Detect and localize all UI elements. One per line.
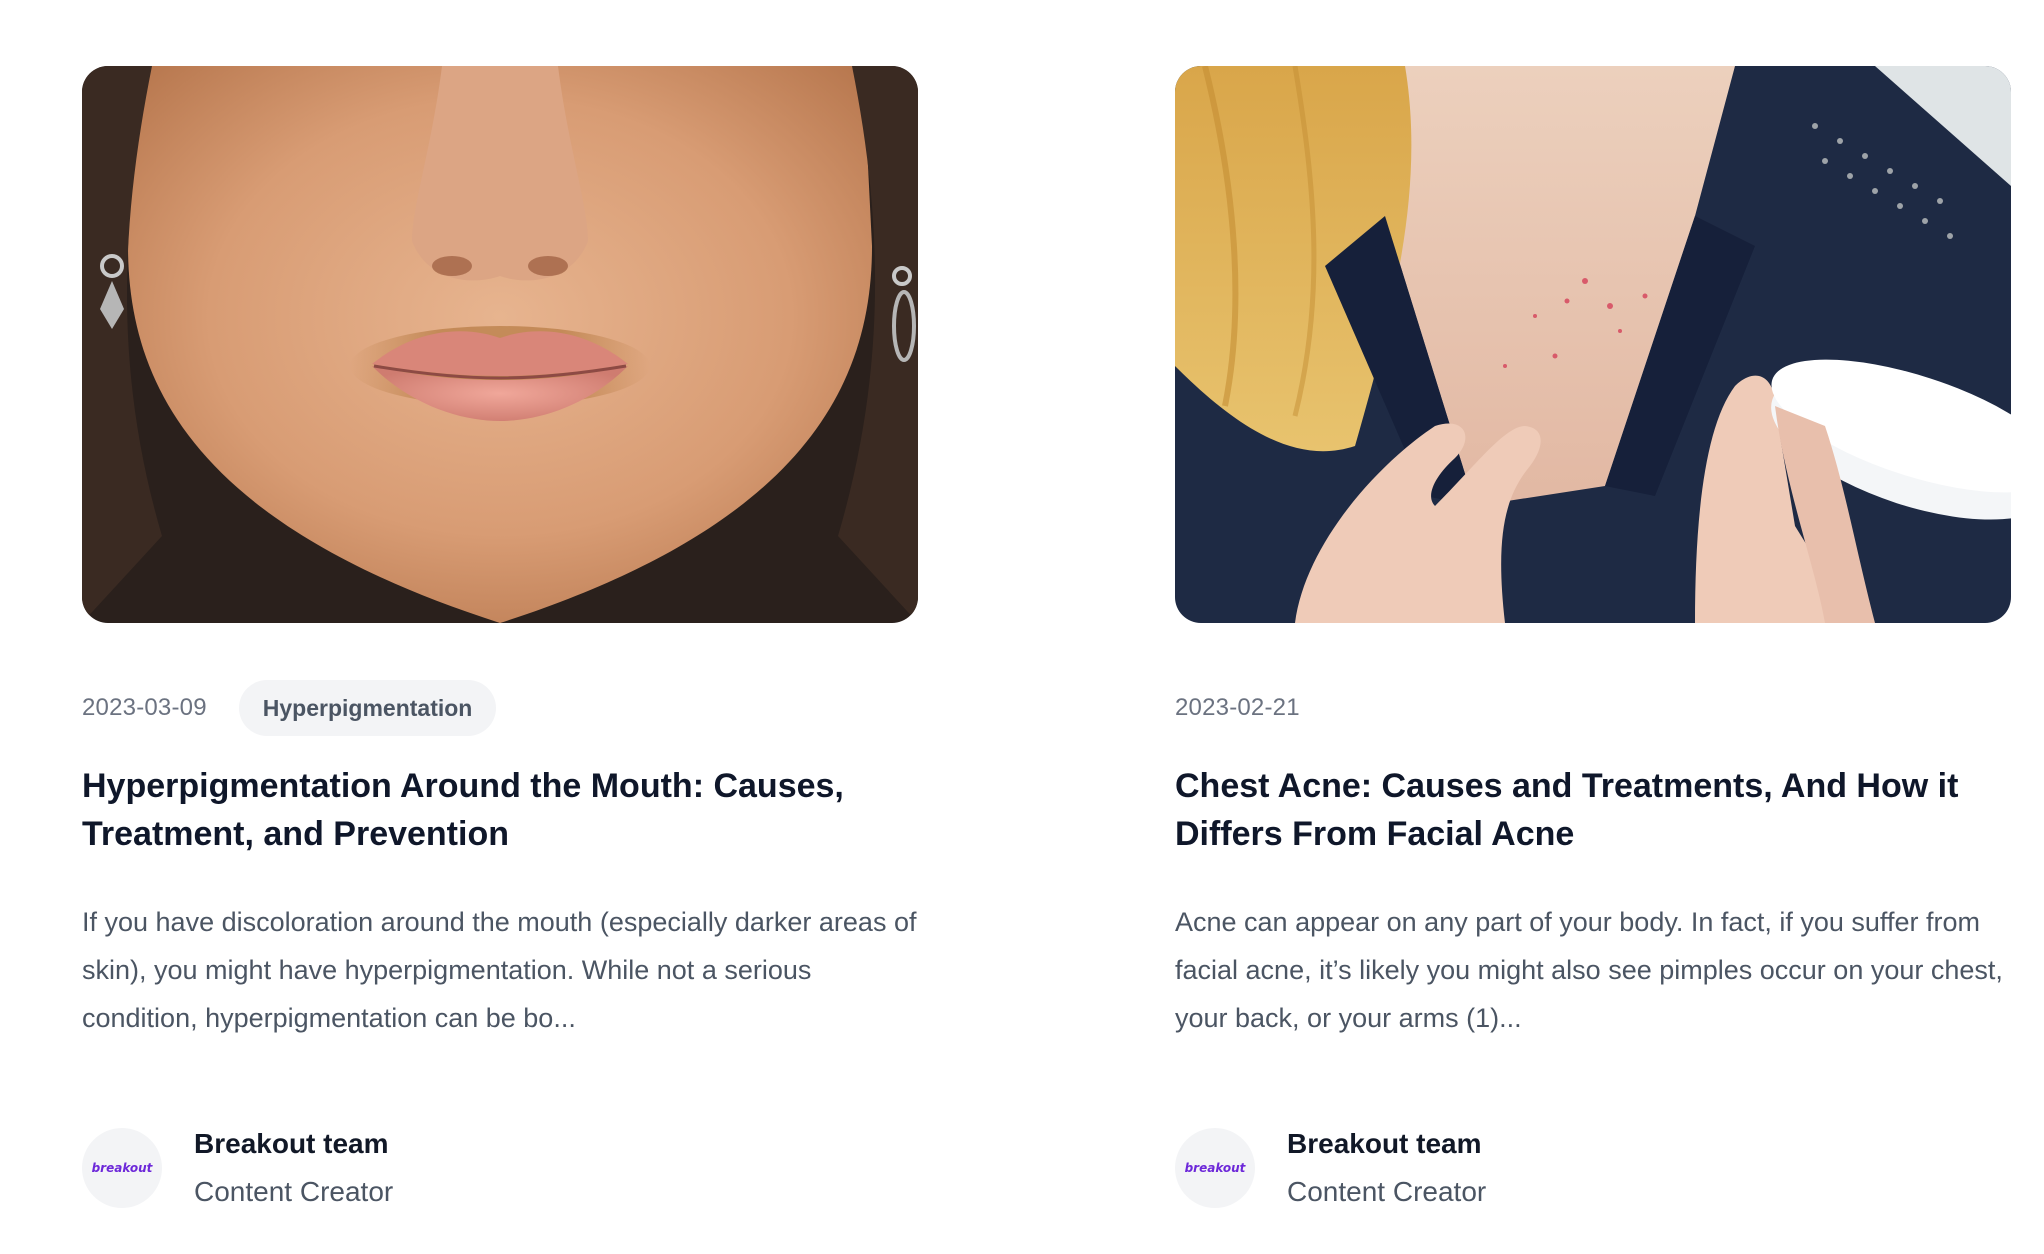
- post-image[interactable]: [1175, 66, 2011, 623]
- author-role: Content Creator: [1287, 1176, 1487, 1207]
- blog-card-hyperpigmentation: 2023-03-09 Hyperpigmentation Hyperpigmen…: [82, 66, 918, 1216]
- author-block: breakout Breakout team Content Creator: [1175, 1120, 2011, 1216]
- post-date: 2023-02-21: [1175, 694, 1300, 721]
- post-excerpt: If you have discoloration around the mou…: [82, 907, 917, 1033]
- category-tag[interactable]: Hyperpigmentation: [238, 680, 497, 736]
- blog-card-chest-acne: 2023-02-21 Chest Acne: Causes and Treatm…: [1175, 66, 2011, 1216]
- author-block: breakout Breakout team Content Creator: [82, 1120, 918, 1216]
- post-date: 2023-03-09: [82, 694, 207, 721]
- post-title[interactable]: Hyperpigmentation Around the Mouth: Caus…: [82, 762, 918, 858]
- author-name: Breakout team: [1287, 1128, 1482, 1159]
- post-meta: 2023-03-09 Hyperpigmentation: [82, 680, 918, 736]
- author-role: Content Creator: [194, 1176, 394, 1207]
- post-image[interactable]: [82, 66, 918, 623]
- post-title[interactable]: Chest Acne: Causes and Treatments, And H…: [1175, 762, 2011, 858]
- author-avatar: breakout: [82, 1128, 162, 1208]
- face-photo-illustration: [82, 66, 918, 623]
- author-avatar: breakout: [1175, 1128, 1255, 1208]
- author-info: Breakout team Content Creator: [1287, 1120, 1486, 1216]
- post-meta: 2023-02-21: [1175, 692, 2011, 724]
- brand-logo: breakout: [1184, 1161, 1246, 1175]
- author-name: Breakout team: [194, 1128, 389, 1159]
- author-info: Breakout team Content Creator: [194, 1120, 393, 1216]
- chest-photo-illustration: [1175, 66, 2011, 623]
- brand-logo: breakout: [91, 1161, 153, 1175]
- post-excerpt: Acne can appear on any part of your body…: [1175, 907, 2003, 1033]
